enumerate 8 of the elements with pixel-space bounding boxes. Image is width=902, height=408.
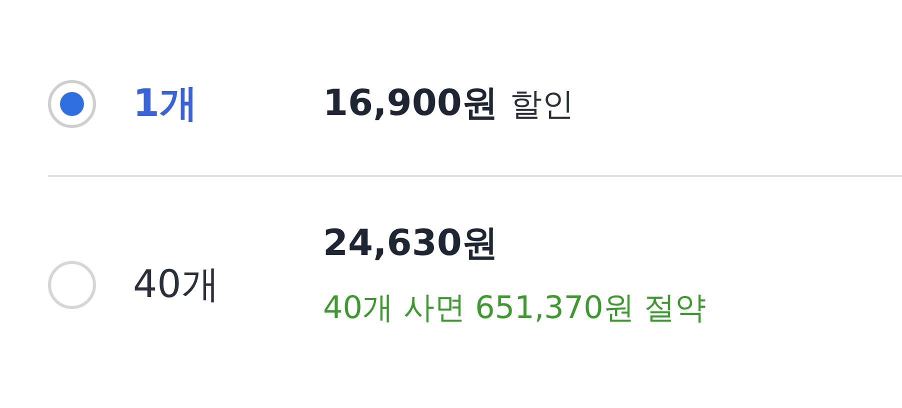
quantity-label: 1개	[133, 80, 198, 127]
radio-button[interactable]	[48, 80, 96, 128]
savings-note: 40개 사면 651,370원 절약	[323, 289, 706, 328]
discount-label: 할인	[510, 84, 574, 124]
quantity-label: 40개	[133, 261, 220, 308]
radio-button[interactable]	[48, 260, 96, 308]
price: 24,630원	[323, 222, 498, 266]
price: 16,900원	[323, 82, 498, 126]
